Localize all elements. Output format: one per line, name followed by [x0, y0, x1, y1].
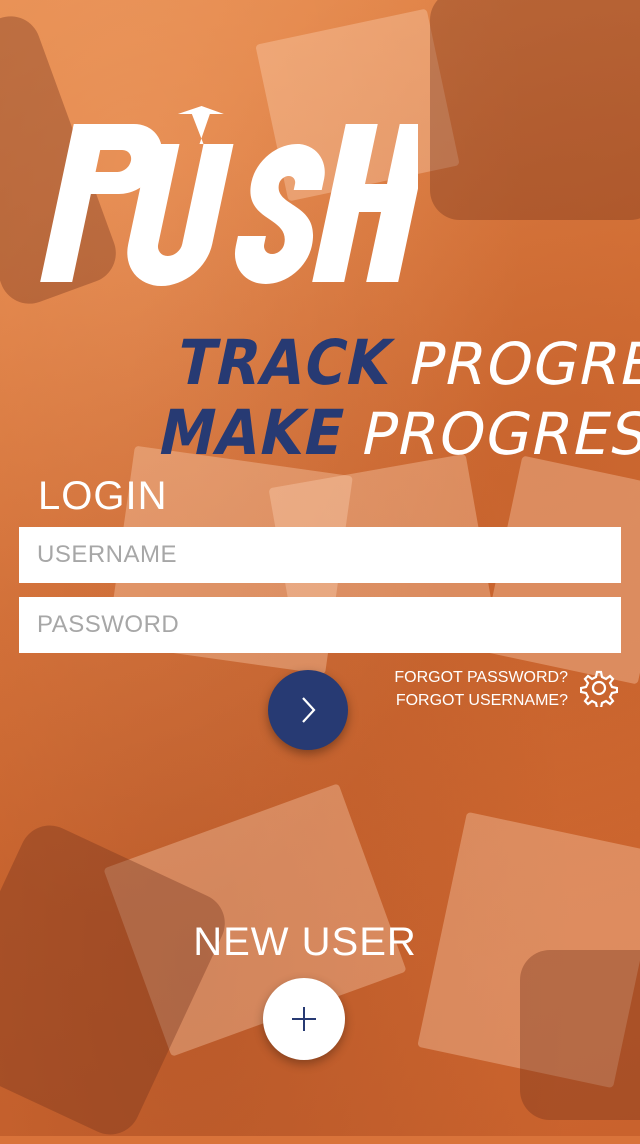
tagline-progress-2: PROGRESS: [355, 400, 640, 468]
tagline-line-2: MAKE PROGRESS: [152, 396, 640, 469]
tagline-make: MAKE: [152, 396, 353, 469]
password-input[interactable]: [19, 597, 621, 653]
username-input[interactable]: [19, 527, 621, 583]
forgot-username-link[interactable]: FORGOT USERNAME?: [396, 692, 568, 710]
add-user-button[interactable]: [263, 978, 345, 1060]
chevron-right-icon: [302, 697, 316, 723]
push-logo: PUSH: [18, 104, 432, 294]
plus-icon: [292, 1007, 316, 1031]
tagline-track: TRACK: [170, 326, 400, 399]
push-logo-art: [40, 106, 432, 286]
new-user-heading: NEW USER: [193, 920, 417, 964]
login-submit-button[interactable]: [268, 670, 348, 750]
tagline-progress-1: PROGRESS: [402, 330, 640, 398]
login-heading: LOGIN: [38, 474, 168, 518]
gear-icon[interactable]: [579, 669, 619, 710]
tagline-line-1: TRACK PROGRESS: [170, 326, 640, 399]
forgot-password-link[interactable]: FORGOT PASSWORD?: [394, 669, 568, 687]
